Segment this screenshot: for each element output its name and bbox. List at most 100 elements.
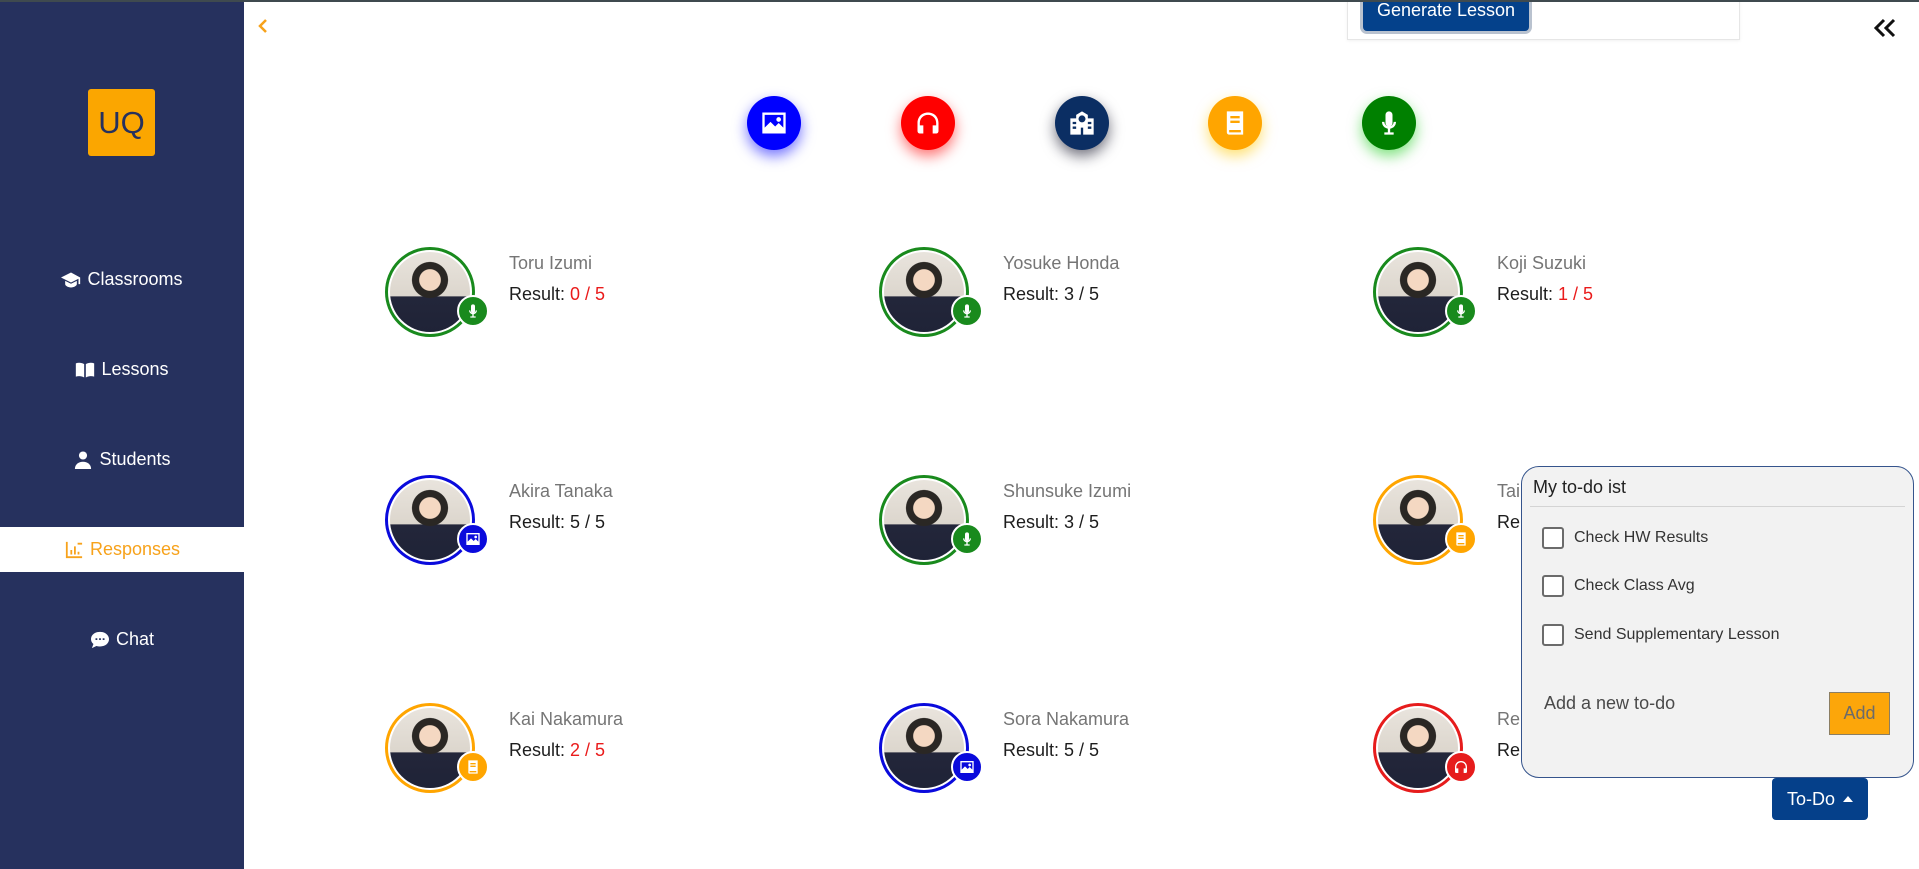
response-type-badge: [1445, 523, 1477, 555]
image-icon: [762, 112, 786, 134]
student-name: Re: [1497, 709, 1521, 729]
response-type-badge: [457, 751, 489, 783]
sidebar-item-chat[interactable]: Chat: [0, 617, 244, 662]
avatar[interactable]: [1373, 703, 1463, 793]
avatar-photo: [390, 708, 470, 788]
todo-item-label: Send Supplementary Lesson: [1574, 626, 1780, 643]
student-result: Result: 3 / 5: [1003, 284, 1099, 305]
result-score: 5 / 5: [1064, 740, 1100, 760]
image-icon: [960, 761, 974, 773]
microphone-icon: [1382, 111, 1396, 135]
student-result: Result: 0 / 5: [509, 284, 605, 305]
todo-item: Send Supplementary Lesson: [1542, 623, 1779, 647]
generate-lesson-button[interactable]: Generate Lesson: [1360, 0, 1532, 34]
student-card: Kai Nakamura Result: 2 / 5: [385, 703, 805, 803]
sidebar-item-classrooms[interactable]: Classrooms: [0, 257, 244, 302]
student-card: Yosuke Honda Result: 3 / 5: [879, 247, 1299, 347]
result-score: 3 / 5: [1064, 284, 1100, 304]
result-label: Result:: [1003, 512, 1060, 532]
sidebar-item-label: Responses: [89, 539, 181, 559]
speech-bubble-icon: [90, 631, 109, 648]
response-type-badge: [951, 295, 983, 327]
filter-speaking-button[interactable]: [1362, 96, 1416, 150]
avatar[interactable]: [385, 247, 475, 337]
sidebar-item-label: Classrooms: [87, 269, 183, 289]
avatar-photo: [390, 252, 470, 332]
result-label: Result:: [1497, 284, 1554, 304]
book-icon: [468, 760, 478, 774]
result-label: Re: [1497, 740, 1521, 760]
student-name: Yosuke Honda: [1003, 253, 1120, 273]
new-todo-input[interactable]: [1544, 688, 1804, 718]
student-name: Kai Nakamura: [509, 709, 624, 729]
filter-listening-button[interactable]: [901, 96, 955, 150]
sidebar-item-responses[interactable]: Responses: [0, 527, 244, 572]
filter-reading-button[interactable]: [1208, 96, 1262, 150]
todo-toggle-button[interactable]: To-Do: [1772, 778, 1868, 820]
todo-item-label: Check HW Results: [1574, 529, 1709, 546]
avatar-photo: [1378, 708, 1458, 788]
avatar-photo: [884, 252, 964, 332]
add-todo-button[interactable]: Add: [1829, 692, 1890, 735]
sidebar-item-label: Students: [99, 449, 171, 469]
student-name: Toru Izumi: [509, 253, 593, 273]
sidebar-item-students[interactable]: Students: [0, 437, 244, 482]
todo-divider: [1530, 506, 1905, 507]
student-name: Shunsuke Izumi: [1003, 481, 1132, 501]
result-score: 3 / 5: [1064, 512, 1100, 532]
student-result: Result: 5 / 5: [1003, 740, 1099, 761]
response-type-badge: [951, 523, 983, 555]
app-logo[interactable]: UQ: [88, 89, 155, 156]
avatar[interactable]: [879, 475, 969, 565]
todo-toggle-label: To-Do: [1786, 788, 1835, 809]
student-result: Re: [1497, 512, 1520, 533]
top-border: [0, 0, 1919, 2]
headphones-icon: [917, 112, 939, 134]
result-label: Result:: [509, 284, 566, 304]
student-card: Shunsuke Izumi Result: 3 / 5: [879, 475, 1299, 575]
double-chevron-left-icon[interactable]: [1872, 16, 1898, 40]
student-result: Re: [1497, 740, 1520, 761]
avatar[interactable]: [879, 703, 969, 793]
todo-checkbox[interactable]: [1542, 575, 1564, 597]
graduation-cap-icon: [61, 272, 81, 287]
avatar-photo: [884, 480, 964, 560]
response-type-badge: [457, 523, 489, 555]
microphone-icon: [1457, 304, 1465, 318]
image-icon: [466, 533, 480, 545]
result-score: 5 / 5: [570, 512, 606, 532]
filter-school-button[interactable]: [1055, 96, 1109, 150]
generate-lesson-panel: Generate Lesson: [1347, 0, 1740, 40]
avatar[interactable]: [1373, 247, 1463, 337]
todo-checkbox[interactable]: [1542, 624, 1564, 646]
student-result: Result: 2 / 5: [509, 740, 605, 761]
result-label: Result:: [509, 512, 566, 532]
logo-text: UQ: [98, 104, 145, 140]
chevron-left-icon[interactable]: [256, 15, 270, 37]
sidebar-item-label: Lessons: [101, 359, 169, 379]
sidebar: UQ Classrooms Lessons Students Responses…: [0, 0, 244, 869]
response-type-badge: [457, 295, 489, 327]
result-label: Result:: [509, 740, 566, 760]
headphones-icon: [1455, 761, 1467, 773]
book-icon: [1226, 111, 1244, 135]
avatar[interactable]: [385, 703, 475, 793]
result-label: Result:: [1003, 284, 1060, 304]
todo-panel: My to-do ist Check HW Results Check Clas…: [1521, 466, 1914, 778]
sidebar-item-label: Chat: [115, 629, 155, 649]
chart-icon: [65, 541, 83, 558]
user-icon: [75, 450, 92, 469]
sidebar-item-lessons[interactable]: Lessons: [0, 347, 244, 392]
filter-image-button[interactable]: [747, 96, 801, 150]
response-type-badge: [1445, 751, 1477, 783]
result-label: Result:: [1003, 740, 1060, 760]
microphone-icon: [963, 532, 971, 546]
avatar[interactable]: [385, 475, 475, 565]
todo-checkbox[interactable]: [1542, 527, 1564, 549]
student-name: Koji Suzuki: [1497, 253, 1587, 273]
avatar[interactable]: [1373, 475, 1463, 565]
school-icon: [1070, 111, 1094, 135]
student-card: Sora Nakamura Result: 5 / 5: [879, 703, 1299, 803]
result-score: 1 / 5: [1558, 284, 1594, 304]
avatar[interactable]: [879, 247, 969, 337]
